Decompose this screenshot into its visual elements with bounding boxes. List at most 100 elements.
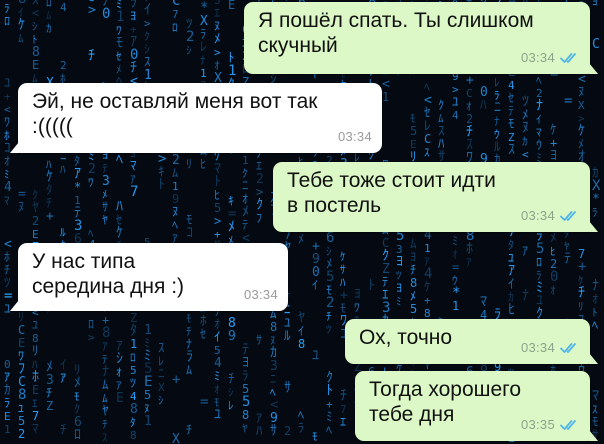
svg-text:4: 4	[452, 109, 459, 122]
svg-text:>: >	[214, 214, 221, 228]
svg-text:1: 1	[242, 154, 249, 167]
message-meta: 03:34	[521, 45, 580, 70]
svg-text:1: 1	[144, 414, 152, 429]
svg-text:ｸ: ｸ	[438, 98, 444, 112]
message-meta: 03:35	[521, 412, 580, 437]
svg-text:0: 0	[102, 6, 110, 22]
svg-text:ﾆ: ﾆ	[270, 372, 276, 386]
svg-text:ﾊ: ﾊ	[60, 163, 66, 176]
svg-text:ﾁ: ﾁ	[228, 372, 235, 387]
svg-text:C: C	[592, 37, 600, 52]
svg-text:8: 8	[298, 337, 305, 351]
svg-text:ﾏ: ﾏ	[592, 388, 599, 404]
svg-text:1: 1	[116, 9, 124, 25]
svg-text:C: C	[18, 323, 25, 337]
double-check-icon	[560, 52, 576, 63]
svg-text:*: *	[74, 180, 81, 194]
svg-text:ﾇ: ﾇ	[18, 200, 25, 215]
svg-text:ｼ: ｼ	[144, 42, 150, 56]
svg-text:ｼ: ｼ	[186, 44, 192, 57]
svg-text:ﾕ: ﾕ	[214, 407, 221, 423]
svg-text:ｴ: ｴ	[256, 159, 262, 173]
svg-text:ﾓ: ﾓ	[312, 430, 318, 443]
svg-text:ﾏ: ﾏ	[130, 159, 137, 174]
svg-text:ｻ: ｻ	[284, 380, 291, 396]
svg-text:ﾁ: ﾁ	[88, 48, 95, 64]
svg-text:8: 8	[242, 408, 249, 422]
svg-text:ｱ: ｱ	[60, 371, 66, 385]
svg-text:8: 8	[130, 429, 137, 442]
svg-text:>: >	[214, 46, 221, 59]
message-bubble-outgoing[interactable]: Тебе тоже стоит идти в постель 03:34	[273, 162, 598, 232]
message-bubble-incoming[interactable]: У нас типа середина дня :) 03:34	[10, 243, 288, 311]
message-time: 03:34	[520, 208, 555, 223]
svg-text:ﾁ: ﾁ	[410, 263, 416, 277]
svg-text:ﾖ: ﾖ	[130, 9, 136, 23]
svg-text:ﾛ: ﾛ	[46, 0, 52, 9]
svg-text:ﾂ: ﾂ	[130, 376, 136, 390]
svg-text:1: 1	[130, 337, 137, 351]
svg-text:ﾛ: ﾛ	[536, 255, 542, 269]
svg-text:ｺ: ｺ	[186, 225, 193, 241]
svg-text:ﾔ: ﾔ	[102, 213, 108, 227]
svg-text:C: C	[466, 87, 473, 100]
svg-text:ｻ: ｻ	[102, 200, 108, 214]
message-bubble-outgoing[interactable]: Тогда хорошего тебе дня 03:35	[355, 371, 598, 441]
svg-text:ﾕ: ﾕ	[32, 318, 38, 332]
svg-text:ｳ: ｳ	[536, 138, 542, 152]
svg-text:ｾ: ｾ	[200, 327, 206, 341]
svg-text:ﾊ: ﾊ	[480, 98, 487, 113]
svg-text:ｵ: ｵ	[592, 292, 598, 306]
svg-text:5: 5	[144, 388, 151, 402]
svg-text:2: 2	[284, 424, 291, 438]
message-bubble-outgoing[interactable]: Я пошёл спать. Ты слишком скучный 03:34	[244, 2, 598, 74]
svg-text:ﾗ: ﾗ	[200, 27, 206, 41]
svg-text:ﾛ: ﾛ	[88, 317, 94, 331]
svg-text:ﾁ: ﾁ	[46, 386, 52, 400]
message-meta: 03:34	[338, 124, 372, 149]
svg-text:ﾛ: ﾛ	[172, 21, 178, 34]
svg-text:ｽ: ｽ	[102, 431, 108, 444]
svg-text:X: X	[578, 99, 585, 112]
svg-text:5: 5	[214, 201, 221, 215]
svg-text:5: 5	[410, 124, 417, 138]
svg-text:8: 8	[410, 276, 417, 290]
svg-text:7: 7	[32, 409, 39, 423]
svg-text:ﾃ: ﾃ	[564, 251, 571, 267]
svg-text:ﾒ: ﾒ	[550, 231, 557, 246]
svg-text:ﾁ: ﾁ	[326, 310, 332, 323]
message-meta: 03:34	[521, 203, 580, 228]
svg-text:ﾙ: ﾙ	[60, 226, 66, 239]
svg-text:ﾋ: ﾋ	[508, 302, 515, 318]
message-time: 03:34	[520, 50, 555, 65]
svg-text:+: +	[424, 294, 431, 307]
svg-text:ﾇ: ﾇ	[578, 85, 585, 100]
svg-text:6: 6	[326, 230, 334, 246]
svg-text:ﾏ: ﾏ	[4, 194, 10, 207]
svg-text:ﾆ: ﾆ	[158, 367, 165, 382]
svg-text:ﾍ: ﾍ	[298, 408, 304, 422]
message-bubble-outgoing[interactable]: Ох, точно 03:34	[345, 319, 598, 364]
svg-text:ﾖ: ﾖ	[396, 254, 403, 270]
svg-text:Z: Z	[46, 399, 53, 413]
svg-text:ｵ: ｵ	[214, 383, 220, 396]
svg-text:7: 7	[172, 8, 179, 21]
svg-text:ﾁ: ﾁ	[60, 423, 67, 438]
svg-text:ﾍ: ﾍ	[424, 80, 430, 94]
svg-text:1: 1	[4, 423, 11, 436]
svg-text:ﾑ: ﾑ	[102, 378, 109, 393]
svg-text:ﾘ: ﾘ	[32, 344, 39, 359]
svg-text:ﾑ: ﾑ	[172, 166, 178, 180]
svg-text:E: E	[4, 410, 11, 423]
svg-text:ﾙ: ﾙ	[284, 329, 291, 344]
svg-text:ﾒ: ﾒ	[298, 232, 304, 246]
svg-text:9: 9	[172, 192, 179, 206]
message-time: 03:35	[520, 417, 555, 432]
svg-text:2: 2	[18, 427, 25, 441]
svg-text:ｹ: ｹ	[424, 280, 431, 295]
svg-text:ｻ: ｻ	[270, 423, 277, 439]
svg-text:ｱ: ｱ	[4, 370, 10, 384]
message-bubble-incoming[interactable]: Эй, не оставляй меня вот так :((((( 03:3…	[10, 83, 382, 153]
svg-text:ﾅ: ﾅ	[200, 54, 206, 67]
svg-text:ｹ: ｹ	[340, 250, 346, 263]
